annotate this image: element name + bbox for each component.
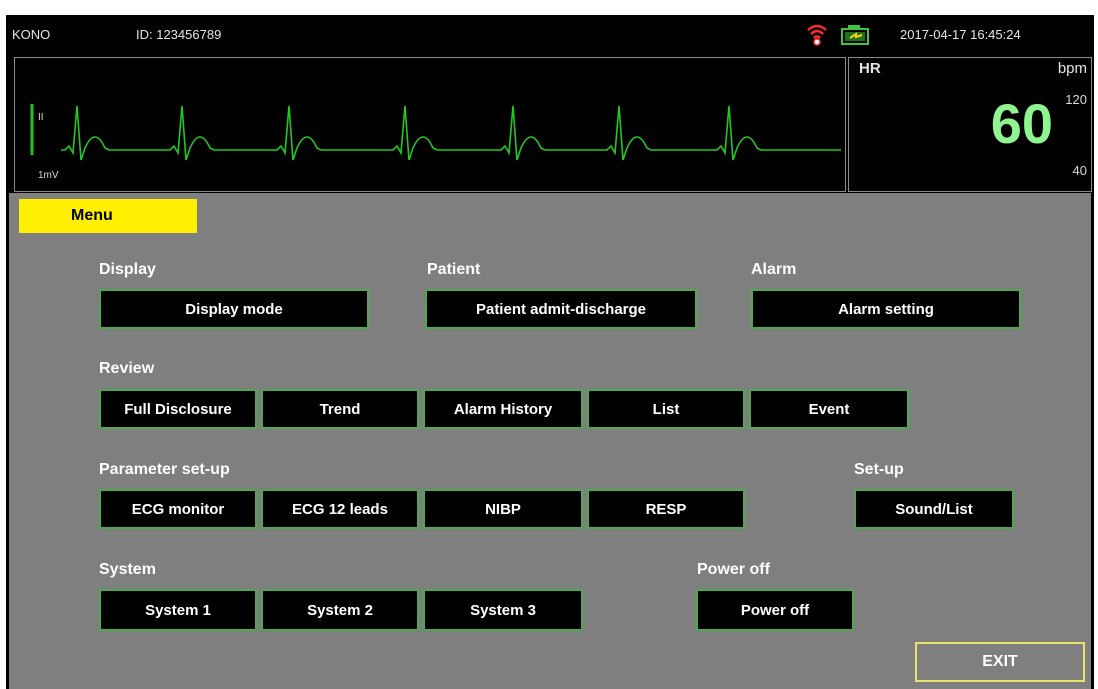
ecg-trace <box>61 105 841 161</box>
ecg-monitor-button[interactable]: ECG monitor <box>99 489 257 529</box>
wifi-alarm-icon <box>807 24 827 46</box>
heart-rate-panel: HR bpm 60 120 40 <box>848 57 1092 192</box>
alarm-setting-button[interactable]: Alarm setting <box>751 289 1021 329</box>
trend-button[interactable]: Trend <box>261 389 419 429</box>
ecg-12-leads-button[interactable]: ECG 12 leads <box>261 489 419 529</box>
event-button[interactable]: Event <box>749 389 909 429</box>
section-parameter-setup: Parameter set-up <box>99 461 230 478</box>
ecg-scale-label: 1mV <box>38 170 59 181</box>
sound-list-button[interactable]: Sound/List <box>854 489 1014 529</box>
hr-value: 60 <box>990 92 1053 155</box>
section-setup: Set-up <box>854 461 904 478</box>
section-system: System <box>99 561 156 578</box>
section-display: Display <box>99 261 156 278</box>
section-power-off: Power off <box>697 561 770 578</box>
patient-monitor-screen: KONO ID: 123456789 2017-04-17 16:45:24 I… <box>6 15 1094 689</box>
full-disclosure-button[interactable]: Full Disclosure <box>99 389 257 429</box>
resp-button[interactable]: RESP <box>587 489 745 529</box>
hr-high-limit: 120 <box>1065 92 1087 107</box>
alarm-history-button[interactable]: Alarm History <box>423 389 583 429</box>
status-bar: KONO ID: 123456789 2017-04-17 16:45:24 <box>6 15 1094 55</box>
patient-admit-discharge-button[interactable]: Patient admit-discharge <box>425 289 697 329</box>
menu-panel: Menu Display Display mode Patient Patien… <box>9 193 1091 689</box>
section-review: Review <box>99 360 155 377</box>
section-patient: Patient <box>427 261 481 278</box>
section-alarm: Alarm <box>751 261 797 278</box>
hr-low-limit: 40 <box>1072 163 1087 178</box>
system-2-button[interactable]: System 2 <box>261 589 419 631</box>
hr-label: HR <box>859 60 881 77</box>
menu-tab[interactable]: Menu <box>19 199 197 233</box>
ecg-waveform <box>30 104 841 161</box>
ecg-waveform-panel: II 1mV <box>14 57 846 192</box>
patient-id: ID: 123456789 <box>136 27 222 42</box>
hr-unit: bpm <box>1057 60 1087 77</box>
battery-charging-icon <box>841 25 869 45</box>
date-time: 2017-04-17 16:45:24 <box>900 27 1021 42</box>
list-button[interactable]: List <box>587 389 745 429</box>
system-3-button[interactable]: System 3 <box>423 589 583 631</box>
brand-label: KONO <box>12 27 51 42</box>
exit-button[interactable]: EXIT <box>915 642 1085 682</box>
display-mode-button[interactable]: Display mode <box>99 289 369 329</box>
power-off-button[interactable]: Power off <box>696 589 854 631</box>
ecg-lead-label: II <box>38 112 44 123</box>
system-1-button[interactable]: System 1 <box>99 589 257 631</box>
nibp-button[interactable]: NIBP <box>423 489 583 529</box>
